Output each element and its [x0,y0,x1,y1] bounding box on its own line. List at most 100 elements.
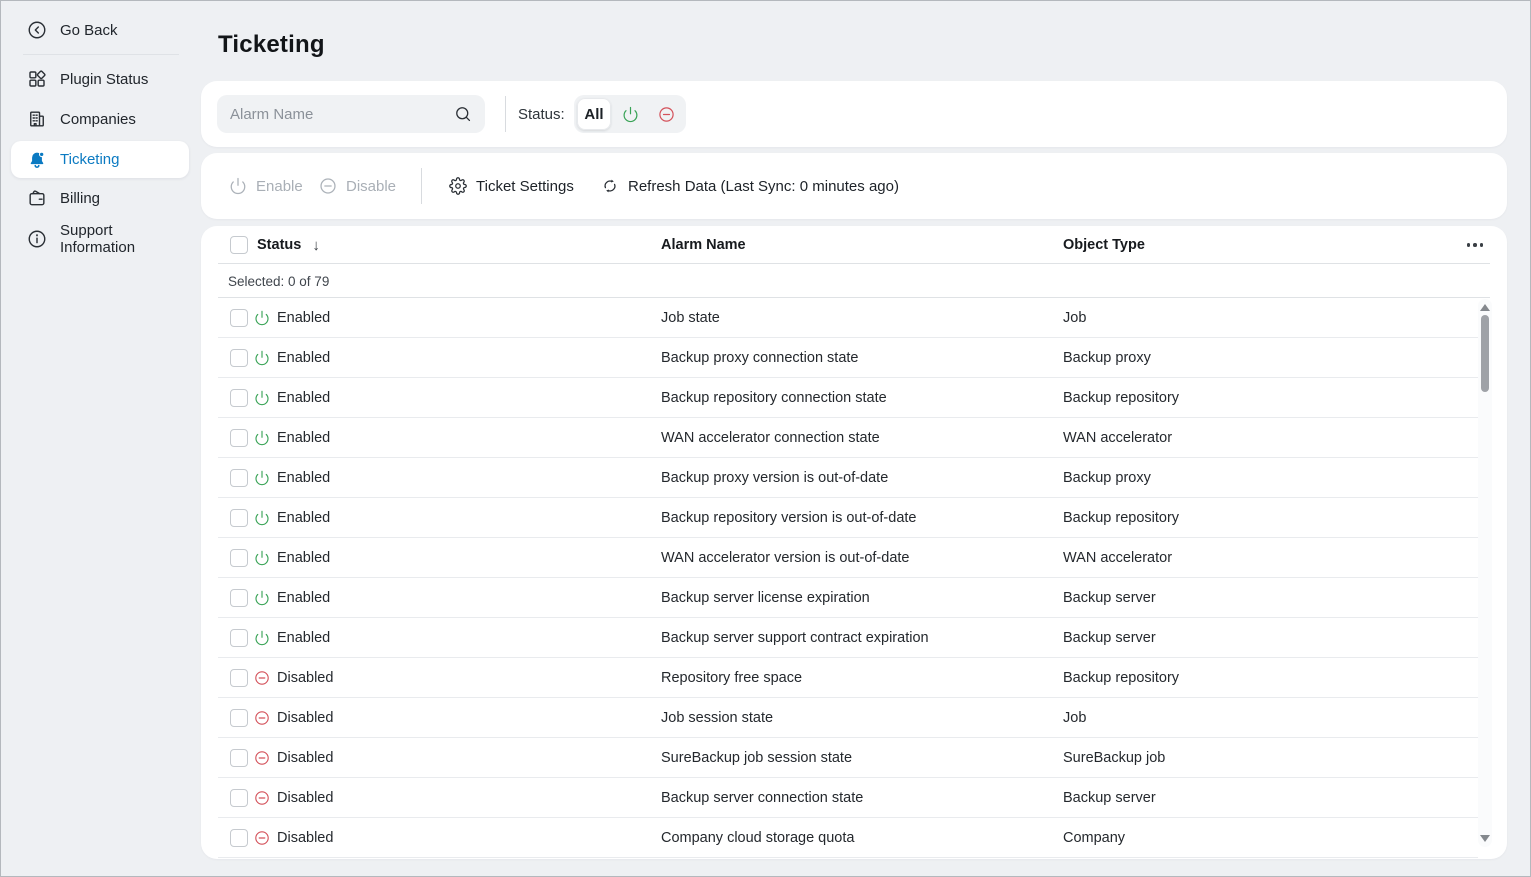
alarm-name-cell: Job session state [661,698,773,738]
row-checkbox[interactable] [230,709,248,727]
table-row[interactable]: Enabled Backup server license expiration… [201,578,1507,618]
enabled-power-icon [254,390,270,406]
row-checkbox[interactable] [230,429,248,447]
ticket-settings-label: Ticket Settings [476,178,574,195]
sidebar-item-billing[interactable]: Billing [11,180,189,216]
more-options-icon[interactable] [1467,226,1484,264]
table-row[interactable]: Enabled WAN accelerator connection state… [201,418,1507,458]
object-type-cell: Backup repository [1063,498,1179,538]
object-type-cell: Company [1063,818,1125,858]
sidebar-item-label: Support Information [60,222,189,256]
table-row[interactable]: Enabled Job state Job [201,298,1507,338]
chevron-left-circle-icon [27,20,47,40]
sidebar: Go Back Plugin Status Companies [1,1,201,876]
alarm-name-cell: WAN accelerator version is out-of-date [661,538,909,578]
sidebar-divider [23,54,179,55]
status-filter-all[interactable]: All [577,98,611,130]
status-cell: Disabled [277,698,333,738]
page-title: Ticketing [218,31,325,59]
column-header-status[interactable]: Status ↓ [257,226,320,264]
refresh-button-label: Refresh Data (Last Sync: 0 minutes ago) [628,178,899,195]
search-box[interactable] [217,95,485,133]
alarm-name-cell: Backup repository version is out-of-date [661,498,917,538]
scroll-up-arrow-icon[interactable] [1480,304,1490,311]
row-checkbox[interactable] [230,349,248,367]
table-row[interactable]: Disabled Company cloud storage quota Com… [201,818,1507,858]
table-row[interactable]: Enabled Backup proxy version is out-of-d… [201,458,1507,498]
enabled-power-icon [254,630,270,646]
table-row[interactable]: Disabled Job session state Job [201,698,1507,738]
power-icon [229,177,247,195]
alarms-table: Status ↓ Alarm Name Object Type Selected… [201,226,1507,859]
column-header-object-type[interactable]: Object Type [1063,226,1145,264]
gear-icon [449,177,467,195]
table-row[interactable]: Enabled Backup server support contract e… [201,618,1507,658]
select-all-checkbox[interactable] [230,236,248,254]
row-checkbox[interactable] [230,509,248,527]
column-header-alarm-name[interactable]: Alarm Name [661,226,746,264]
alarm-name-cell: WAN accelerator connection state [661,418,880,458]
object-type-cell: Backup server [1063,618,1156,658]
row-checkbox[interactable] [230,549,248,567]
object-type-cell: Backup server [1063,778,1156,818]
scrollbar-thumb[interactable] [1481,315,1489,392]
info-icon [27,229,47,249]
status-filter-segmented: All [574,95,686,133]
sort-descending-icon[interactable]: ↓ [312,237,320,254]
search-icon[interactable] [454,105,472,123]
disable-button[interactable]: Disable [319,153,396,219]
sidebar-item-support-information[interactable]: Support Information [11,221,189,257]
minus-circle-icon [319,177,337,195]
status-cell: Enabled [277,578,330,618]
refresh-button[interactable]: Refresh Data (Last Sync: 0 minutes ago) [601,153,899,219]
row-checkbox[interactable] [230,749,248,767]
sidebar-item-ticketing[interactable]: Ticketing [11,141,189,178]
object-type-cell: SureBackup job [1063,738,1165,778]
table-row[interactable]: Enabled WAN accelerator version is out-o… [201,538,1507,578]
disabled-minus-icon [254,670,270,686]
row-checkbox[interactable] [230,829,248,847]
status-cell: Disabled [277,738,333,778]
object-type-cell: Backup repository [1063,658,1179,698]
row-checkbox[interactable] [230,469,248,487]
toolbar-divider [421,168,422,204]
table-row[interactable]: Enabled Backup repository version is out… [201,498,1507,538]
object-type-cell: Backup repository [1063,378,1179,418]
minus-circle-icon [658,106,675,123]
widgets-icon [27,69,47,89]
row-checkbox[interactable] [230,389,248,407]
status-filter-label: Status: [518,81,565,147]
status-filter-enabled[interactable] [613,98,647,130]
table-scrollbar[interactable] [1478,299,1492,847]
go-back-button[interactable]: Go Back [11,12,189,48]
status-cell: Enabled [277,498,330,538]
row-checkbox[interactable] [230,589,248,607]
table-row[interactable]: Enabled Backup proxy connection state Ba… [201,338,1507,378]
app-window: Go Back Plugin Status Companies [0,0,1531,877]
enabled-power-icon [254,430,270,446]
row-checkbox[interactable] [230,669,248,687]
scroll-down-arrow-icon[interactable] [1480,835,1490,842]
row-checkbox[interactable] [230,309,248,327]
table-row[interactable]: Enabled Backup repository connection sta… [201,378,1507,418]
table-row[interactable]: Disabled Repository free space Backup re… [201,658,1507,698]
alarm-name-search-input[interactable] [217,95,454,133]
sidebar-item-plugin-status[interactable]: Plugin Status [11,61,189,97]
sidebar-item-label: Plugin Status [60,71,148,88]
row-checkbox[interactable] [230,789,248,807]
alarm-name-cell: Company cloud storage quota [661,818,854,858]
sidebar-item-companies[interactable]: Companies [11,101,189,137]
status-cell: Enabled [277,418,330,458]
object-type-cell: Backup proxy [1063,458,1151,498]
status-cell: Enabled [277,338,330,378]
alarm-name-cell: Repository free space [661,658,802,698]
object-type-cell: WAN accelerator [1063,538,1172,578]
row-checkbox[interactable] [230,629,248,647]
table-row[interactable]: Disabled SureBackup job session state Su… [201,738,1507,778]
table-row[interactable]: Disabled Backup server connection state … [201,778,1507,818]
status-filter-disabled[interactable] [649,98,683,130]
ticket-settings-button[interactable]: Ticket Settings [449,153,574,219]
selection-summary: Selected: 0 of 79 [201,264,1507,298]
column-label-status: Status [257,237,301,253]
enable-button[interactable]: Enable [229,153,303,219]
